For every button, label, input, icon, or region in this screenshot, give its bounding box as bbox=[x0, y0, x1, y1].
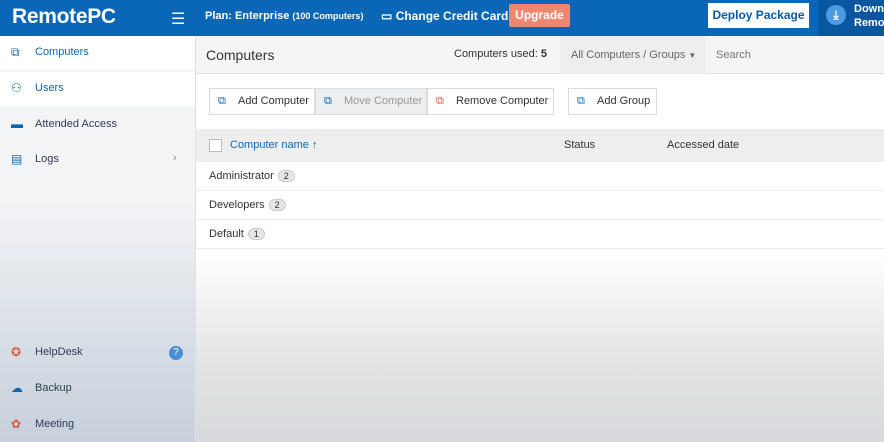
attended-access-icon: ▬ bbox=[11, 117, 23, 131]
add-computer-icon: ⧉ bbox=[218, 95, 226, 107]
group-name: Administrator bbox=[209, 170, 274, 182]
button-label: Remove Computer bbox=[456, 95, 549, 107]
table-row[interactable]: Administrator 2 bbox=[196, 162, 884, 191]
download-button[interactable]: ⤓ Down Remo bbox=[818, 0, 884, 36]
button-label: Add Group bbox=[597, 95, 651, 107]
add-group-icon: ⧉ bbox=[577, 95, 585, 107]
credit-card-icon: ▭ bbox=[381, 9, 393, 23]
sidebar-item-computers[interactable]: ⧉ Computers bbox=[0, 36, 195, 70]
computers-icon: ⧉ bbox=[11, 45, 20, 59]
group-select[interactable]: All Computers / Groups ▼ bbox=[560, 36, 706, 74]
count-badge: 1 bbox=[247, 228, 265, 240]
top-bar: RemotePC ☰ Plan: Enterprise (100 Compute… bbox=[0, 0, 884, 36]
logo[interactable]: RemotePC bbox=[12, 5, 116, 29]
count-badge: 2 bbox=[268, 199, 286, 211]
hamburger-menu-icon[interactable]: ☰ bbox=[171, 9, 185, 29]
column-computer-name[interactable]: Computer name ↑ bbox=[230, 139, 317, 151]
sidebar-label: Meeting bbox=[35, 418, 75, 430]
helpdesk-icon: ✪ bbox=[11, 345, 22, 359]
sidebar-item-logs[interactable]: ▤ Logs › bbox=[0, 143, 195, 177]
meeting-icon: ✿ bbox=[11, 417, 22, 431]
table-row[interactable]: Default 1 bbox=[196, 220, 884, 249]
select-all-checkbox[interactable] bbox=[209, 139, 222, 152]
computers-used: Computers used: 5 bbox=[454, 48, 547, 60]
sort-up-icon: ↑ bbox=[311, 139, 318, 151]
sidebar-label: HelpDesk bbox=[35, 346, 83, 358]
main-panel: Computers Computers used: 5 All Computer… bbox=[196, 36, 884, 442]
remove-computer-icon: ⧉ bbox=[436, 95, 444, 107]
deploy-package-button[interactable]: Deploy Package bbox=[708, 3, 809, 28]
column-accessed-date[interactable]: Accessed date bbox=[667, 139, 739, 151]
count-badge: 2 bbox=[277, 170, 295, 182]
table-header: Computer name ↑ Status Accessed date bbox=[196, 129, 884, 162]
used-label: Computers used: bbox=[454, 48, 538, 60]
sidebar-item-backup[interactable]: ☁ Backup bbox=[0, 372, 195, 406]
sidebar-label: Logs bbox=[35, 153, 59, 165]
table-row[interactable]: Developers 2 bbox=[196, 191, 884, 220]
remove-computer-button[interactable]: ⧉ Remove Computer bbox=[427, 88, 554, 115]
sidebar-label: Computers bbox=[35, 46, 89, 58]
change-card-label: Change Credit Card bbox=[395, 9, 509, 23]
upgrade-button[interactable]: Upgrade bbox=[509, 4, 570, 27]
sidebar-item-helpdesk[interactable]: ✪ HelpDesk? bbox=[0, 336, 195, 370]
move-computer-icon: ⧉ bbox=[324, 95, 332, 107]
sidebar-label: Backup bbox=[35, 382, 72, 394]
sidebar: ⧉ Computers ⚇ Users ▬ Attended Access ▤ Logs… bbox=[0, 36, 196, 442]
download-label-2: Remo bbox=[854, 17, 884, 29]
download-icon: ⤓ bbox=[826, 5, 846, 25]
main-header: Computers Computers used: 5 All Computer… bbox=[196, 36, 884, 74]
plan-info: Plan: Enterprise (100 Computers) bbox=[205, 10, 363, 22]
add-group-button[interactable]: ⧉ Add Group bbox=[568, 88, 657, 115]
group-name: Developers bbox=[209, 199, 265, 211]
add-computer-button[interactable]: ⧉ Add Computer bbox=[209, 88, 315, 115]
help-icon[interactable]: ? bbox=[169, 346, 183, 360]
sidebar-label: Users bbox=[35, 82, 64, 94]
logs-icon: ▤ bbox=[11, 152, 23, 166]
download-label-1: Down bbox=[854, 3, 884, 15]
used-value: 5 bbox=[540, 48, 547, 60]
move-computer-button[interactable]: ⧉ Move Computer bbox=[315, 88, 427, 115]
button-label: Add Computer bbox=[238, 95, 309, 107]
sidebar-item-users[interactable]: ⚇ Users bbox=[0, 72, 195, 106]
sidebar-item-meeting[interactable]: ✿ Meeting bbox=[0, 408, 195, 442]
button-label: Move Computer bbox=[344, 95, 423, 107]
change-credit-card-link[interactable]: ▭ Change Credit Card bbox=[381, 9, 508, 23]
sidebar-item-attended-access[interactable]: ▬ Attended Access bbox=[0, 108, 195, 142]
column-label: Computer name bbox=[230, 139, 309, 151]
backup-cloud-icon: ☁ bbox=[11, 381, 23, 395]
page-title: Computers bbox=[206, 47, 275, 63]
search-input[interactable] bbox=[716, 44, 876, 66]
plan-detail: (100 Computers) bbox=[292, 11, 364, 21]
chevron-down-icon: ▼ bbox=[688, 51, 697, 60]
plan-label: Plan: Enterprise bbox=[205, 10, 290, 22]
sidebar-label: Attended Access bbox=[35, 118, 117, 130]
group-select-value: All Computers / Groups bbox=[571, 49, 686, 61]
column-status[interactable]: Status bbox=[564, 139, 595, 151]
users-icon: ⚇ bbox=[11, 81, 22, 95]
chevron-right-icon: › bbox=[173, 152, 177, 164]
group-name: Default bbox=[209, 228, 244, 240]
